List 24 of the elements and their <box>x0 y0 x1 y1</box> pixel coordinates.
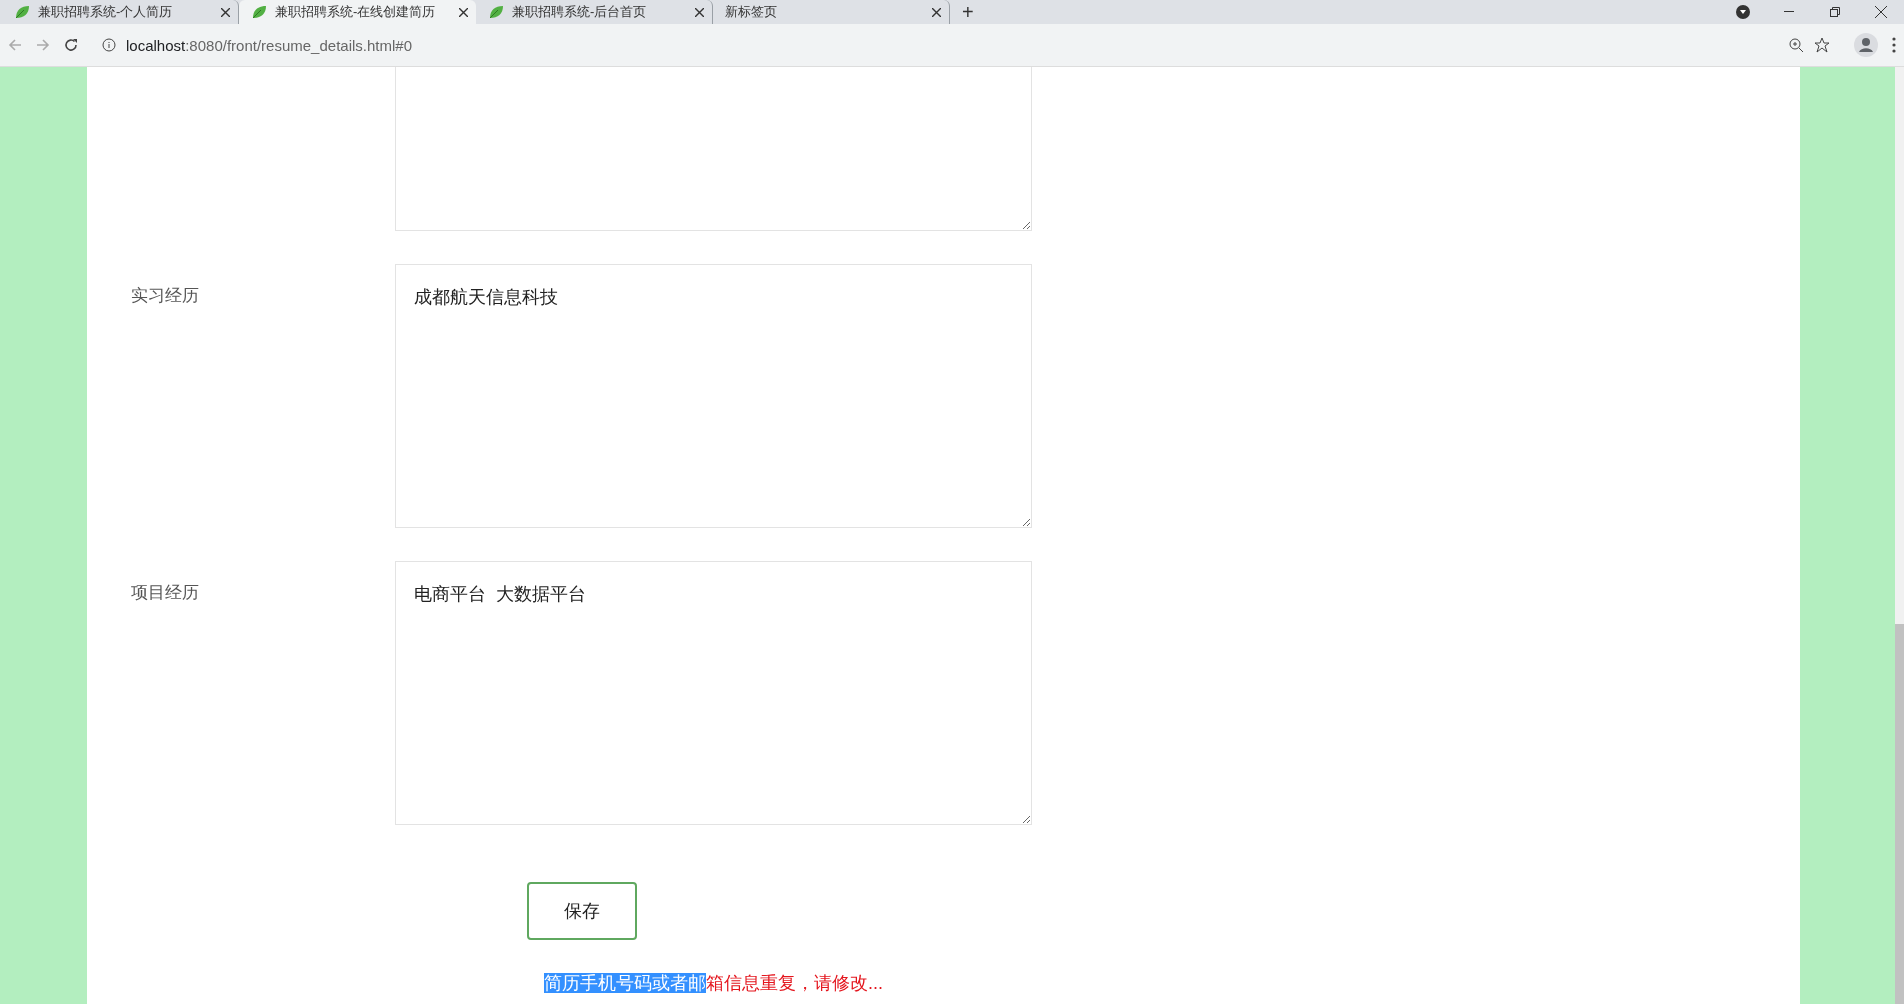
avatar-icon[interactable] <box>1854 33 1878 57</box>
close-icon[interactable] <box>221 7 230 17</box>
address-field[interactable]: localhost:8080/front/resume_details.html#0 <box>126 36 412 54</box>
reload-icon[interactable] <box>64 38 78 52</box>
scrollbar-thumb[interactable] <box>1895 624 1904 1004</box>
info-icon[interactable] <box>102 38 116 52</box>
browser-tab[interactable]: 兼职招聘系统-在线创建简历 <box>239 0 476 24</box>
restore-icon[interactable] <box>1830 7 1840 17</box>
text-area[interactable]: 成都航天信息科技 <box>395 264 1032 528</box>
dropdown-icon[interactable] <box>1736 5 1750 19</box>
save-button[interactable]: 保存 <box>527 882 637 940</box>
zoom-icon[interactable] <box>1789 37 1804 53</box>
close-icon[interactable] <box>932 7 941 17</box>
close-icon[interactable] <box>1875 6 1887 18</box>
error-message: 简历手机号码或者邮箱信息重复，请修改... <box>544 972 884 995</box>
star-icon[interactable] <box>1814 37 1830 53</box>
minimize-icon[interactable] <box>1784 11 1794 13</box>
text-area[interactable]: 电商平台 大数据平台 <box>395 561 1032 825</box>
menu-icon[interactable] <box>1892 37 1896 53</box>
field-label: 项目经历 <box>131 582 200 604</box>
close-icon[interactable] <box>695 7 704 17</box>
new-tab-button[interactable]: + <box>950 0 986 24</box>
field-label: 实习经历 <box>131 285 200 307</box>
close-icon[interactable] <box>459 7 468 17</box>
